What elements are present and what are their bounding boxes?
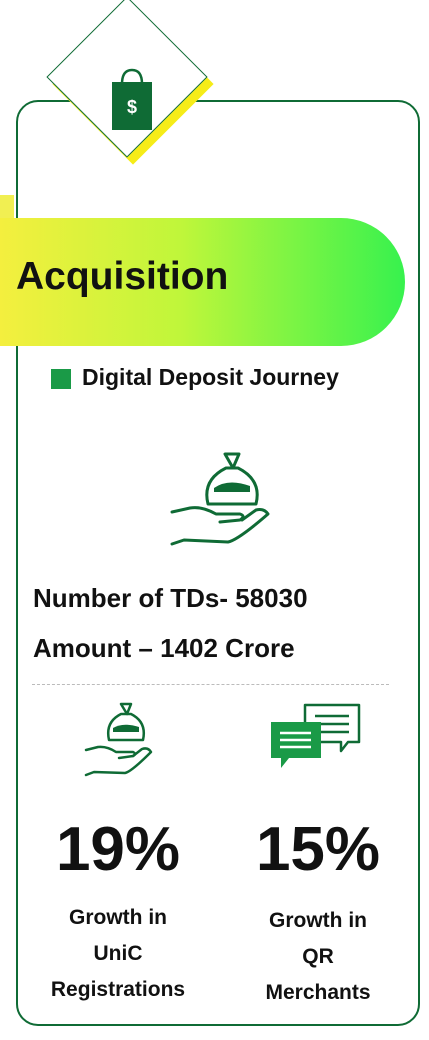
shopping-bag-dollar-icon: $ bbox=[110, 66, 154, 132]
stat-amount: Amount – 1402 Crore bbox=[33, 633, 295, 663]
metric-label-qr: Growth in QR Merchants bbox=[228, 903, 408, 1011]
metric-label-line: Growth in bbox=[269, 909, 367, 932]
metric-label-unic: Growth in UniC Registrations bbox=[28, 900, 208, 1008]
metric-value-qr: 15% bbox=[255, 815, 381, 884]
metric-label-line: Merchants bbox=[265, 981, 371, 1004]
bag-dollar-sign: $ bbox=[127, 97, 137, 117]
metric-label-line: Registrations bbox=[50, 978, 186, 1001]
page-title: Acquisition bbox=[16, 255, 229, 298]
section-label: Digital Deposit Journey bbox=[82, 364, 339, 390]
chat-bubbles-icon bbox=[265, 702, 369, 772]
metric-label-line: QR bbox=[302, 945, 334, 968]
metric-label-line: UniC bbox=[93, 942, 143, 965]
metric-value-unic: 19% bbox=[55, 815, 181, 884]
stat-td-count: Number of TDs- 58030 bbox=[33, 583, 308, 613]
money-bag-hand-icon bbox=[168, 448, 272, 548]
dashed-divider bbox=[32, 684, 389, 685]
metric-label-line: Growth in bbox=[69, 906, 167, 929]
money-bag-hand-small-icon bbox=[83, 700, 153, 780]
bullet-square bbox=[51, 369, 71, 389]
